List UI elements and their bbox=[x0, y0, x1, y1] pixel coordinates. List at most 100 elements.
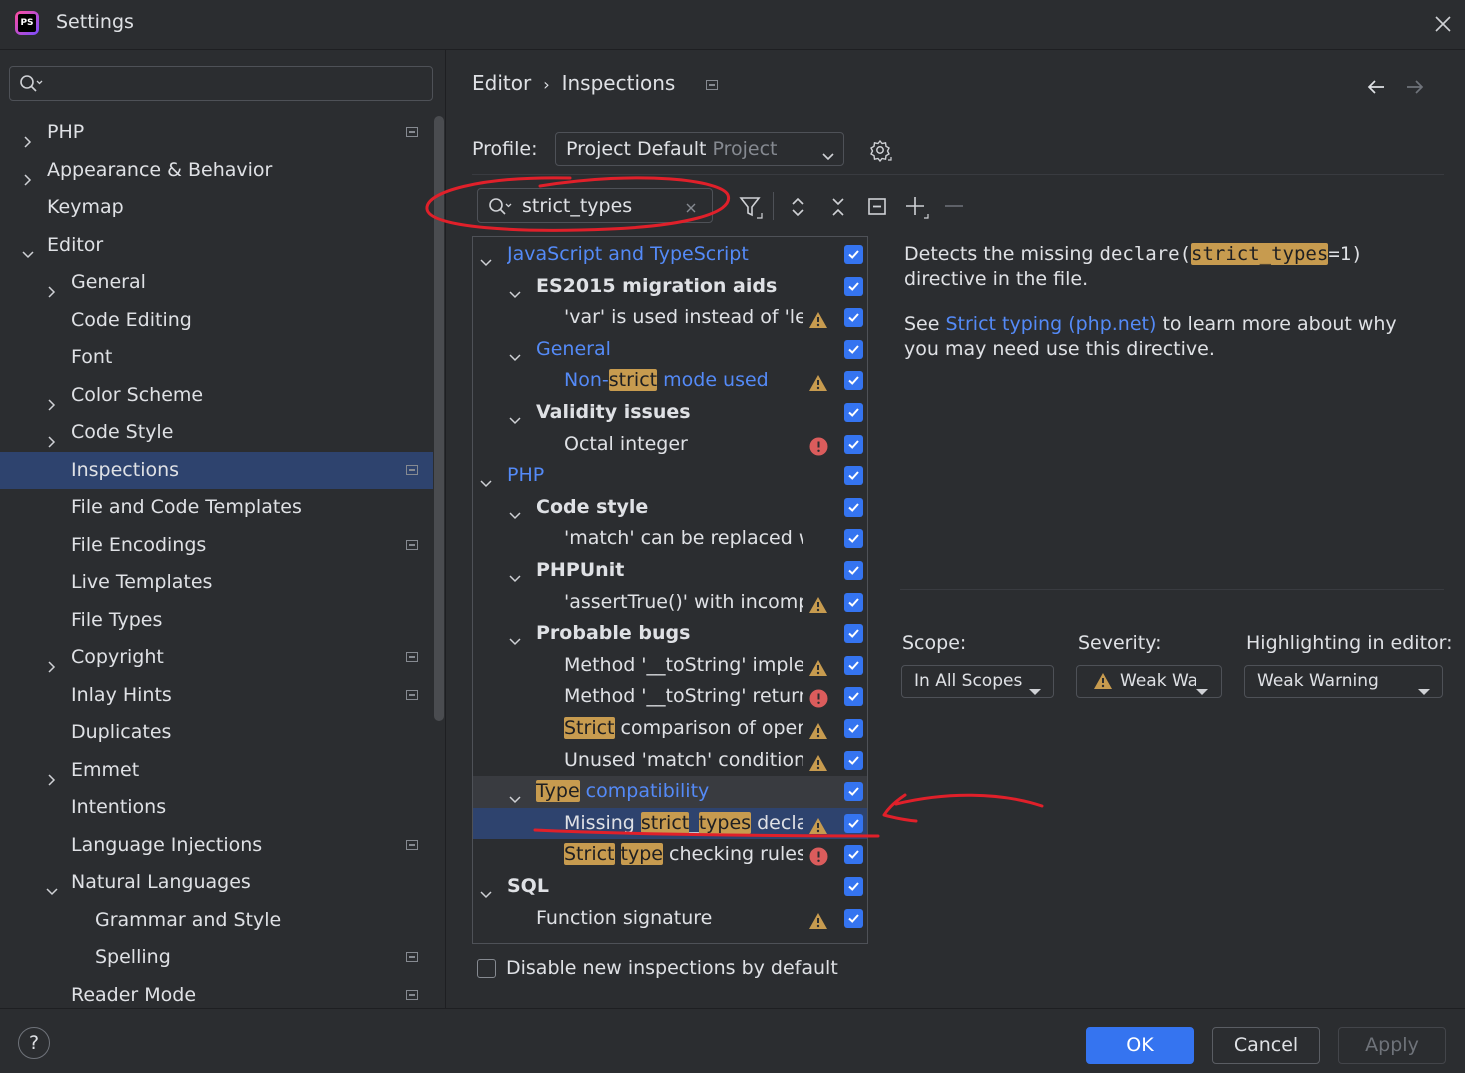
settings-search-input[interactable] bbox=[54, 71, 428, 97]
inspection-filter-field[interactable]: strict_types bbox=[477, 188, 713, 223]
back-arrow-icon[interactable] bbox=[1364, 76, 1388, 98]
help-button[interactable]: ? bbox=[18, 1027, 50, 1059]
filter-icon[interactable] bbox=[738, 194, 764, 220]
nav-item-code-style[interactable]: Code Style bbox=[0, 414, 433, 451]
ok-button[interactable]: OK bbox=[1086, 1027, 1194, 1064]
inspection-row[interactable]: Method '__toString' return bbox=[473, 681, 867, 713]
chevron-right-icon[interactable] bbox=[45, 275, 59, 298]
inspection-enabled-checkbox[interactable] bbox=[844, 813, 863, 833]
nav-item-code-editing[interactable]: Code Editing bbox=[0, 302, 433, 339]
cancel-button[interactable]: Cancel bbox=[1212, 1027, 1320, 1064]
inspection-enabled-checkbox[interactable] bbox=[844, 877, 863, 896]
disable-new-inspections-label[interactable]: Disable new inspections by default bbox=[506, 957, 838, 979]
scope-dropdown[interactable]: In All Scopes bbox=[901, 665, 1054, 698]
inspection-enabled-checkbox[interactable] bbox=[844, 276, 863, 296]
chevron-down-icon[interactable] bbox=[479, 249, 493, 267]
inspection-row[interactable]: PHP bbox=[473, 460, 867, 492]
inspection-row[interactable]: Validity issues bbox=[473, 397, 867, 429]
expand-all-icon[interactable] bbox=[786, 194, 812, 220]
highlighting-dropdown[interactable]: Weak Warning bbox=[1244, 665, 1443, 698]
inspection-row[interactable]: Strict comparison of opera bbox=[473, 713, 867, 745]
chevron-right-icon[interactable] bbox=[45, 650, 59, 673]
nav-scrollbar[interactable] bbox=[434, 116, 444, 721]
inspection-row[interactable]: Octal integer bbox=[473, 429, 867, 461]
chevron-down-icon[interactable] bbox=[508, 502, 522, 519]
inspection-enabled-checkbox[interactable] bbox=[844, 403, 863, 422]
inspection-enabled-checkbox[interactable] bbox=[844, 339, 863, 359]
inspection-row[interactable]: Non-strict mode used bbox=[473, 365, 867, 397]
inspection-enabled-checkbox[interactable] bbox=[844, 655, 863, 675]
inspection-row[interactable]: Type compatibility bbox=[473, 776, 867, 808]
chevron-right-icon[interactable] bbox=[45, 388, 59, 411]
chevron-right-icon[interactable] bbox=[45, 763, 59, 786]
inspection-enabled-checkbox[interactable] bbox=[844, 434, 863, 454]
severity-dropdown[interactable]: Weak Wa... bbox=[1076, 665, 1222, 698]
disable-new-inspections-checkbox[interactable] bbox=[477, 959, 496, 978]
inspection-enabled-checkbox[interactable] bbox=[844, 497, 863, 517]
nav-item-duplicates[interactable]: Duplicates bbox=[0, 714, 433, 751]
inspection-row[interactable]: 'match' can be replaced w bbox=[473, 523, 867, 555]
add-icon[interactable] bbox=[903, 194, 929, 220]
chevron-down-icon[interactable] bbox=[479, 881, 493, 899]
inspection-row[interactable]: SQL bbox=[473, 871, 867, 903]
collapse-all-icon[interactable] bbox=[826, 194, 852, 220]
inspection-enabled-checkbox[interactable] bbox=[844, 245, 863, 264]
inspection-row[interactable]: PHPUnit bbox=[473, 555, 867, 587]
gear-icon[interactable] bbox=[868, 138, 894, 164]
nav-item-emmet[interactable]: Emmet bbox=[0, 752, 433, 789]
chevron-down-icon[interactable] bbox=[508, 344, 522, 361]
chevron-right-icon[interactable] bbox=[21, 125, 35, 148]
profile-dropdown[interactable]: Project Default Project bbox=[555, 132, 844, 166]
inspection-enabled-checkbox[interactable] bbox=[844, 592, 863, 612]
inspection-enabled-checkbox[interactable] bbox=[844, 782, 863, 802]
breadcrumb-editor[interactable]: Editor bbox=[472, 71, 531, 95]
chevron-down-icon[interactable] bbox=[508, 786, 522, 804]
inspection-row[interactable]: Method '__toString' implen bbox=[473, 650, 867, 682]
nav-item-php[interactable]: PHP bbox=[0, 114, 433, 151]
inspection-row[interactable]: JavaScript and TypeScript bbox=[473, 239, 867, 271]
nav-item-general[interactable]: General bbox=[0, 264, 433, 301]
inspection-enabled-checkbox[interactable] bbox=[844, 308, 863, 328]
chevron-right-icon[interactable] bbox=[45, 425, 59, 448]
nav-item-inlay-hints[interactable]: Inlay Hints bbox=[0, 677, 433, 714]
nav-item-language-injections[interactable]: Language Injections bbox=[0, 827, 433, 864]
nav-item-spelling[interactable]: Spelling bbox=[0, 939, 433, 976]
clear-icon[interactable] bbox=[684, 198, 698, 213]
inspection-row[interactable]: Code style bbox=[473, 492, 867, 524]
inspection-row[interactable]: General bbox=[473, 334, 867, 366]
chevron-right-icon[interactable] bbox=[21, 163, 35, 186]
chevron-down-icon[interactable] bbox=[508, 565, 522, 583]
nav-item-grammar-and-style[interactable]: Grammar and Style bbox=[0, 902, 433, 939]
nav-item-font[interactable]: Font bbox=[0, 339, 433, 376]
inspection-enabled-checkbox[interactable] bbox=[844, 624, 863, 644]
inspection-filter-value[interactable]: strict_types bbox=[522, 195, 632, 217]
php-net-link[interactable]: Strict typing (php.net) bbox=[945, 313, 1156, 335]
forward-arrow-icon[interactable] bbox=[1403, 76, 1427, 98]
nav-item-file-and-code-templates[interactable]: File and Code Templates bbox=[0, 489, 433, 526]
nav-item-natural-languages[interactable]: Natural Languages bbox=[0, 864, 433, 901]
inspection-row[interactable]: ES2015 migration aids bbox=[473, 271, 867, 303]
inspection-row[interactable]: Missing strict_types declar bbox=[473, 807, 867, 840]
chevron-down-icon[interactable] bbox=[479, 470, 493, 488]
inspection-enabled-checkbox[interactable] bbox=[844, 845, 863, 865]
chevron-down-icon[interactable] bbox=[21, 238, 35, 258]
inspection-enabled-checkbox[interactable] bbox=[844, 908, 863, 928]
inspection-row[interactable]: Function signature bbox=[473, 903, 867, 935]
inspection-enabled-checkbox[interactable] bbox=[844, 371, 863, 391]
remove-icon[interactable] bbox=[942, 194, 968, 220]
inspection-row[interactable]: Probable bugs bbox=[473, 618, 867, 650]
nav-item-file-encodings[interactable]: File Encodings bbox=[0, 527, 433, 564]
close-icon[interactable] bbox=[1428, 9, 1458, 39]
chevron-down-icon[interactable] bbox=[45, 875, 59, 896]
nav-item-inspections[interactable]: Inspections bbox=[0, 451, 433, 489]
inspection-row[interactable]: Unused 'match' condition bbox=[473, 745, 867, 777]
inspection-enabled-checkbox[interactable] bbox=[844, 561, 863, 580]
chevron-down-icon[interactable] bbox=[508, 628, 522, 646]
chevron-down-icon[interactable] bbox=[508, 407, 522, 425]
nav-item-keymap[interactable]: Keymap bbox=[0, 189, 433, 226]
nav-item-color-scheme[interactable]: Color Scheme bbox=[0, 377, 433, 414]
nav-item-live-templates[interactable]: Live Templates bbox=[0, 564, 433, 601]
settings-search-field[interactable] bbox=[9, 66, 433, 101]
inspection-row[interactable]: 'assertTrue()' with incomp bbox=[473, 587, 867, 619]
chevron-down-icon[interactable] bbox=[508, 281, 522, 298]
